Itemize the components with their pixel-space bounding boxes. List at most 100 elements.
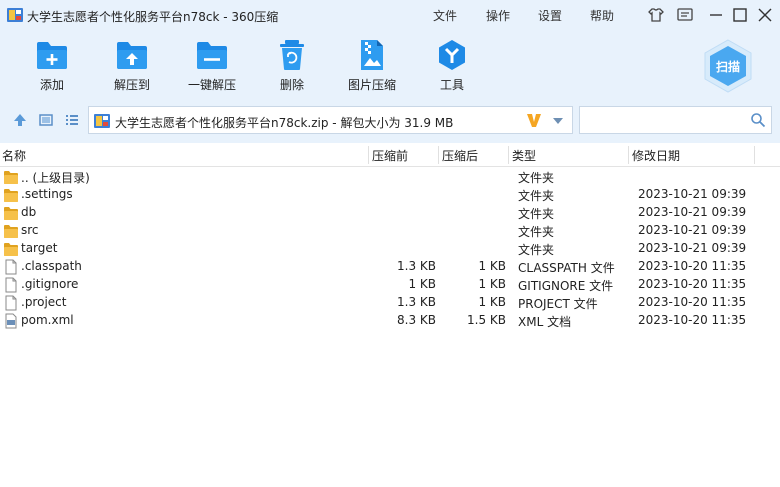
col-size[interactable]: 压缩前 [372,147,408,164]
tools-button[interactable]: 工具 [422,38,482,94]
file-packed-size: 1 KB [478,259,506,273]
feedback-icon[interactable] [676,6,694,24]
folder-icon [4,223,18,239]
zip-file-icon [94,114,110,128]
window-title: 大学生志愿者个性化服务平台n78ck - 360压缩 [27,10,279,24]
xml-file-icon [4,313,18,329]
scan-button[interactable]: 扫描 [700,38,756,94]
tools-icon [439,40,465,70]
thumbnail-view-icon[interactable] [38,112,54,128]
file-packed-size: 1 KB [478,277,506,291]
file-modified: 2023-10-20 11:35 [638,259,747,273]
extract-to-button-label: 解压到 [113,78,150,92]
file-name: target [21,241,58,255]
file-name: .project [21,295,67,309]
scan-shield-icon: 扫描 [704,39,752,93]
file-name: src [21,223,39,237]
file-row[interactable]: .classpath 1.3 KB 1 KB CLASSPATH 文件 2023-10-… [0,258,780,276]
col-divider[interactable] [508,146,509,164]
file-name: .settings [21,187,73,201]
scan-label: 扫描 [716,59,740,74]
image-compress-button[interactable]: 图片压缩 [342,38,402,94]
file-type: PROJECT 文件 [518,297,598,311]
app-logo-icon [7,8,23,22]
add-icon [37,42,67,69]
app-window: 大学生志愿者个性化服务平台n78ck - 360压缩 文件 操作 设置 帮助 添… [0,0,780,487]
col-divider[interactable] [628,146,629,164]
folder-icon [4,169,18,185]
file-name: pom.xml [21,313,74,327]
file-type: 文件夹 [518,207,555,221]
menu-operation[interactable]: 操作 [486,7,510,24]
chevron-down-icon[interactable] [551,114,565,128]
menu-settings[interactable]: 设置 [538,7,562,24]
file-row[interactable]: .settings 文件夹 2023-10-21 09:39 [0,186,780,204]
menu-help[interactable]: 帮助 [590,7,614,24]
file-name: .gitignore [21,277,79,291]
file-name: .classpath [21,259,82,273]
close-icon[interactable] [756,6,774,24]
menu-file[interactable]: 文件 [433,7,457,24]
col-modified[interactable]: 修改日期 [632,147,680,164]
file-name: .. (上级目录) [21,171,90,185]
add-button[interactable]: 添加 [22,38,82,94]
file-name: db [21,205,37,219]
delete-icon [280,40,304,70]
file-icon [4,295,18,311]
folder-icon [4,187,18,203]
up-level-icon[interactable] [12,112,28,128]
file-type: 文件夹 [518,243,555,257]
one-click-extract-icon [197,42,227,69]
extract-to-icon [117,42,147,69]
file-modified: 2023-10-21 09:39 [638,223,747,237]
file-row[interactable]: src 文件夹 2023-10-21 09:39 [0,222,780,240]
file-modified: 2023-10-20 11:35 [638,313,747,327]
title-bar: 大学生志愿者个性化服务平台n78ck - 360压缩 文件 操作 设置 帮助 [0,0,780,30]
list-view-icon[interactable] [64,112,80,128]
col-name[interactable]: 名称 [2,147,26,164]
file-row[interactable]: .project 1.3 KB 1 KB PROJECT 文件 2023-10-20 1… [0,294,780,312]
file-size: 1.3 KB [397,295,436,309]
file-type: 文件夹 [518,225,555,239]
file-row[interactable]: .. (上级目录) 文件夹 [0,168,780,186]
col-divider[interactable] [754,146,755,164]
file-size: 1 KB [408,277,436,291]
file-size: 1.3 KB [397,259,436,273]
one-click-extract-button-label: 一键解压 [187,78,236,92]
col-divider[interactable] [368,146,369,164]
col-type[interactable]: 类型 [512,147,536,164]
file-type: GITIGNORE 文件 [518,279,614,293]
delete-button-label: 删除 [279,78,304,92]
skin-icon[interactable] [647,6,665,24]
path-bar[interactable]: 大学生志愿者个性化服务平台n78ck.zip - 解包大小为 31.9 MB [88,106,573,134]
file-type: 文件夹 [518,171,555,185]
delete-button[interactable]: 删除 [262,38,322,94]
minimize-icon[interactable] [707,6,725,24]
file-type: 文件夹 [518,189,555,203]
maximize-icon[interactable] [731,6,749,24]
file-packed-size: 1 KB [478,295,506,309]
extract-to-button[interactable]: 解压到 [102,38,162,94]
file-type: CLASSPATH 文件 [518,261,615,275]
file-row[interactable]: target 文件夹 2023-10-21 09:39 [0,240,780,258]
verified-v-icon[interactable] [525,111,543,129]
file-packed-size: 1.5 KB [467,313,506,327]
file-modified: 2023-10-21 09:39 [638,241,747,255]
file-row[interactable]: .gitignore 1 KB 1 KB GITIGNORE 文件 2023-10-20… [0,276,780,294]
list-header: 名称 压缩前 压缩后 类型 修改日期 [0,143,780,167]
tools-button-label: 工具 [439,78,464,92]
file-icon [4,259,18,275]
file-modified: 2023-10-21 09:39 [638,205,747,219]
col-packed[interactable]: 压缩后 [442,147,478,164]
one-click-extract-button[interactable]: 一键解压 [182,38,242,94]
search-box[interactable] [579,106,772,134]
file-row[interactable]: pom.xml 8.3 KB 1.5 KB XML 文档 2023-10-20 11:3… [0,312,780,330]
search-icon[interactable] [750,112,766,128]
search-input[interactable] [584,111,744,129]
col-divider[interactable] [438,146,439,164]
file-size: 8.3 KB [397,313,436,327]
file-row[interactable]: db 文件夹 2023-10-21 09:39 [0,204,780,222]
path-text: 大学生志愿者个性化服务平台n78ck.zip - 解包大小为 31.9 MB [115,116,454,130]
folder-icon [4,241,18,257]
image-compress-icon [361,40,383,70]
